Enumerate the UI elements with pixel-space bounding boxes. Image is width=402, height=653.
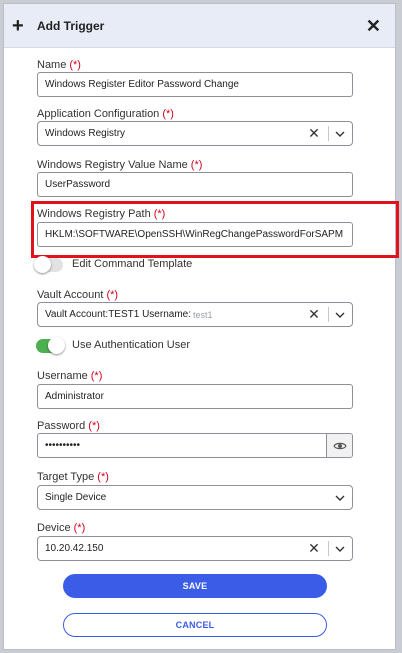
select-separator [328, 541, 329, 556]
dialog-title: Add Trigger [37, 18, 105, 33]
name-label: Name (*) [37, 59, 81, 71]
device-label: Device (*) [37, 522, 86, 534]
password-label: Password (*) [37, 420, 100, 432]
toggle-knob [34, 256, 51, 273]
device-select[interactable]: 10.20.42.150 ✕ [37, 536, 353, 561]
cancel-button[interactable]: CANCEL [63, 613, 327, 637]
toggle-knob [48, 337, 65, 354]
chevron-down-icon[interactable] [333, 122, 347, 145]
application-configuration-label: Application Configuration (*) [37, 108, 174, 120]
target-type-select[interactable]: Single Device [37, 485, 353, 510]
plus-icon: + [12, 14, 24, 37]
chevron-down-icon[interactable] [333, 537, 347, 560]
use-authentication-user-toggle[interactable] [36, 337, 65, 354]
application-configuration-select[interactable]: Windows Registry ✕ [37, 121, 353, 146]
clear-icon[interactable]: ✕ [306, 537, 322, 560]
save-button[interactable]: SAVE [63, 574, 327, 598]
username-input[interactable]: Administrator [37, 384, 353, 409]
registry-path-input[interactable]: HKLM:\SOFTWARE\OpenSSH\WinRegChangePassw… [37, 222, 353, 247]
name-input[interactable]: Windows Register Editor Password Change [37, 72, 353, 97]
username-label: Username (*) [37, 370, 103, 382]
registry-value-name-label: Windows Registry Value Name (*) [37, 159, 203, 171]
edit-command-template-label: Edit Command Template [72, 258, 193, 270]
use-authentication-user-label: Use Authentication User [72, 339, 191, 351]
close-icon[interactable]: ✕ [366, 17, 381, 35]
chevron-down-icon[interactable] [333, 486, 347, 509]
edit-command-template-toggle[interactable] [34, 256, 63, 273]
chevron-down-icon[interactable] [333, 303, 347, 326]
vault-account-label: Vault Account (*) [37, 289, 119, 301]
clear-icon[interactable]: ✕ [306, 122, 322, 145]
registry-path-label: Windows Registry Path (*) [37, 208, 166, 220]
clear-icon[interactable]: ✕ [306, 303, 322, 326]
select-separator [328, 126, 329, 141]
dialog-header: + Add Trigger ✕ [4, 4, 395, 48]
eye-icon[interactable] [326, 434, 352, 457]
target-type-label: Target Type (*) [37, 471, 109, 483]
password-input[interactable]: •••••••••• [37, 433, 353, 458]
registry-value-name-input[interactable]: UserPassword [37, 172, 353, 197]
select-separator [328, 307, 329, 322]
vault-account-select[interactable]: Vault Account:TEST1 Username: test1 ✕ [37, 302, 353, 327]
